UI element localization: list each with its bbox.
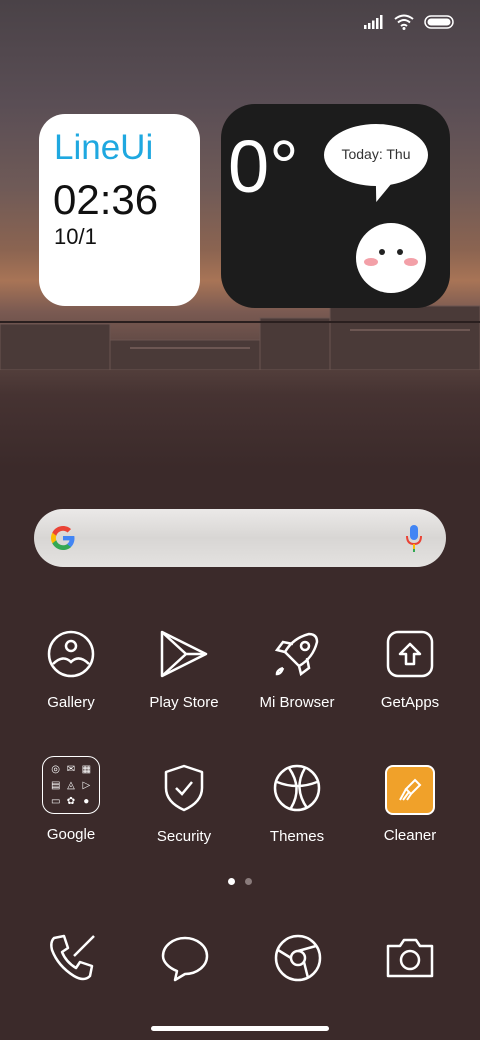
face-icon <box>356 223 426 293</box>
app-security[interactable]: Security <box>136 760 232 845</box>
app-mi-browser[interactable]: Mi Browser <box>249 626 345 711</box>
mini-app-icon: ◎ <box>51 764 61 775</box>
app-themes[interactable]: Themes <box>249 760 345 845</box>
page-dot-active[interactable] <box>228 878 235 885</box>
app-play-store[interactable]: Play Store <box>136 626 232 711</box>
weather-widget[interactable]: 0° Today: Thu <box>221 104 450 308</box>
mic-icon[interactable] <box>404 523 424 553</box>
gallery-icon <box>47 630 95 678</box>
mini-app-icon: ◬ <box>67 780 75 791</box>
widget-date: 10/1 <box>54 224 97 249</box>
app-label: Gallery <box>47 694 95 711</box>
basketball-icon <box>273 764 321 812</box>
message-icon[interactable] <box>157 930 213 986</box>
widget-brand: LineUi <box>54 128 154 167</box>
app-label: GetApps <box>380 694 440 711</box>
app-label: Play Store <box>149 694 219 711</box>
mini-app-icon: ▤ <box>50 780 61 791</box>
app-label: Themes <box>269 828 325 845</box>
folder-icon: ◎ ✉ ▦ ▤ ◬ ▷ ▭ ✿ ● <box>42 756 100 814</box>
mini-app-icon: ▭ <box>50 796 61 807</box>
app-label: Mi Browser <box>259 694 335 711</box>
widget-time: 02:36 <box>53 176 159 223</box>
broom-icon <box>385 765 435 815</box>
mini-app-icon: ▦ <box>81 764 92 775</box>
phone-icon[interactable] <box>44 930 100 986</box>
signal-icon <box>364 15 383 29</box>
status-bar <box>364 10 454 34</box>
broom-glyph <box>399 778 422 801</box>
app-google-folder[interactable]: ◎ ✉ ▦ ▤ ◬ ▷ ▭ ✿ ● Google <box>23 756 119 843</box>
upload-icon <box>386 630 434 678</box>
browser-icon[interactable] <box>270 930 326 986</box>
battery-icon <box>424 15 454 29</box>
skyline-silhouette <box>0 305 480 370</box>
play-store-icon <box>160 630 208 678</box>
mini-app-icon: ● <box>83 796 90 807</box>
app-label: Google <box>46 826 96 843</box>
app-getapps[interactable]: GetApps <box>362 626 458 711</box>
lineui-clock-widget[interactable]: LineUi 02:36 10/1 <box>39 114 200 306</box>
app-label: Security <box>156 828 212 845</box>
page-dot[interactable] <box>245 878 252 885</box>
app-cleaner[interactable]: Cleaner <box>362 760 458 844</box>
home-indicator[interactable] <box>151 1026 329 1031</box>
bubble-text: Today: Thu <box>341 146 411 162</box>
google-g-icon <box>51 526 75 550</box>
mini-app-icon: ▷ <box>82 780 91 791</box>
app-label: Cleaner <box>383 827 437 844</box>
temperature: 0° <box>228 125 299 208</box>
wifi-icon <box>394 14 414 30</box>
page-indicator[interactable] <box>228 878 252 885</box>
mini-app-icon: ✿ <box>66 796 76 807</box>
mini-app-icon: ✉ <box>66 764 76 775</box>
camera-icon[interactable] <box>382 930 438 986</box>
google-search-bar[interactable] <box>34 509 446 567</box>
rocket-icon <box>274 632 319 677</box>
shield-icon <box>164 764 204 812</box>
app-gallery[interactable]: Gallery <box>23 626 119 711</box>
